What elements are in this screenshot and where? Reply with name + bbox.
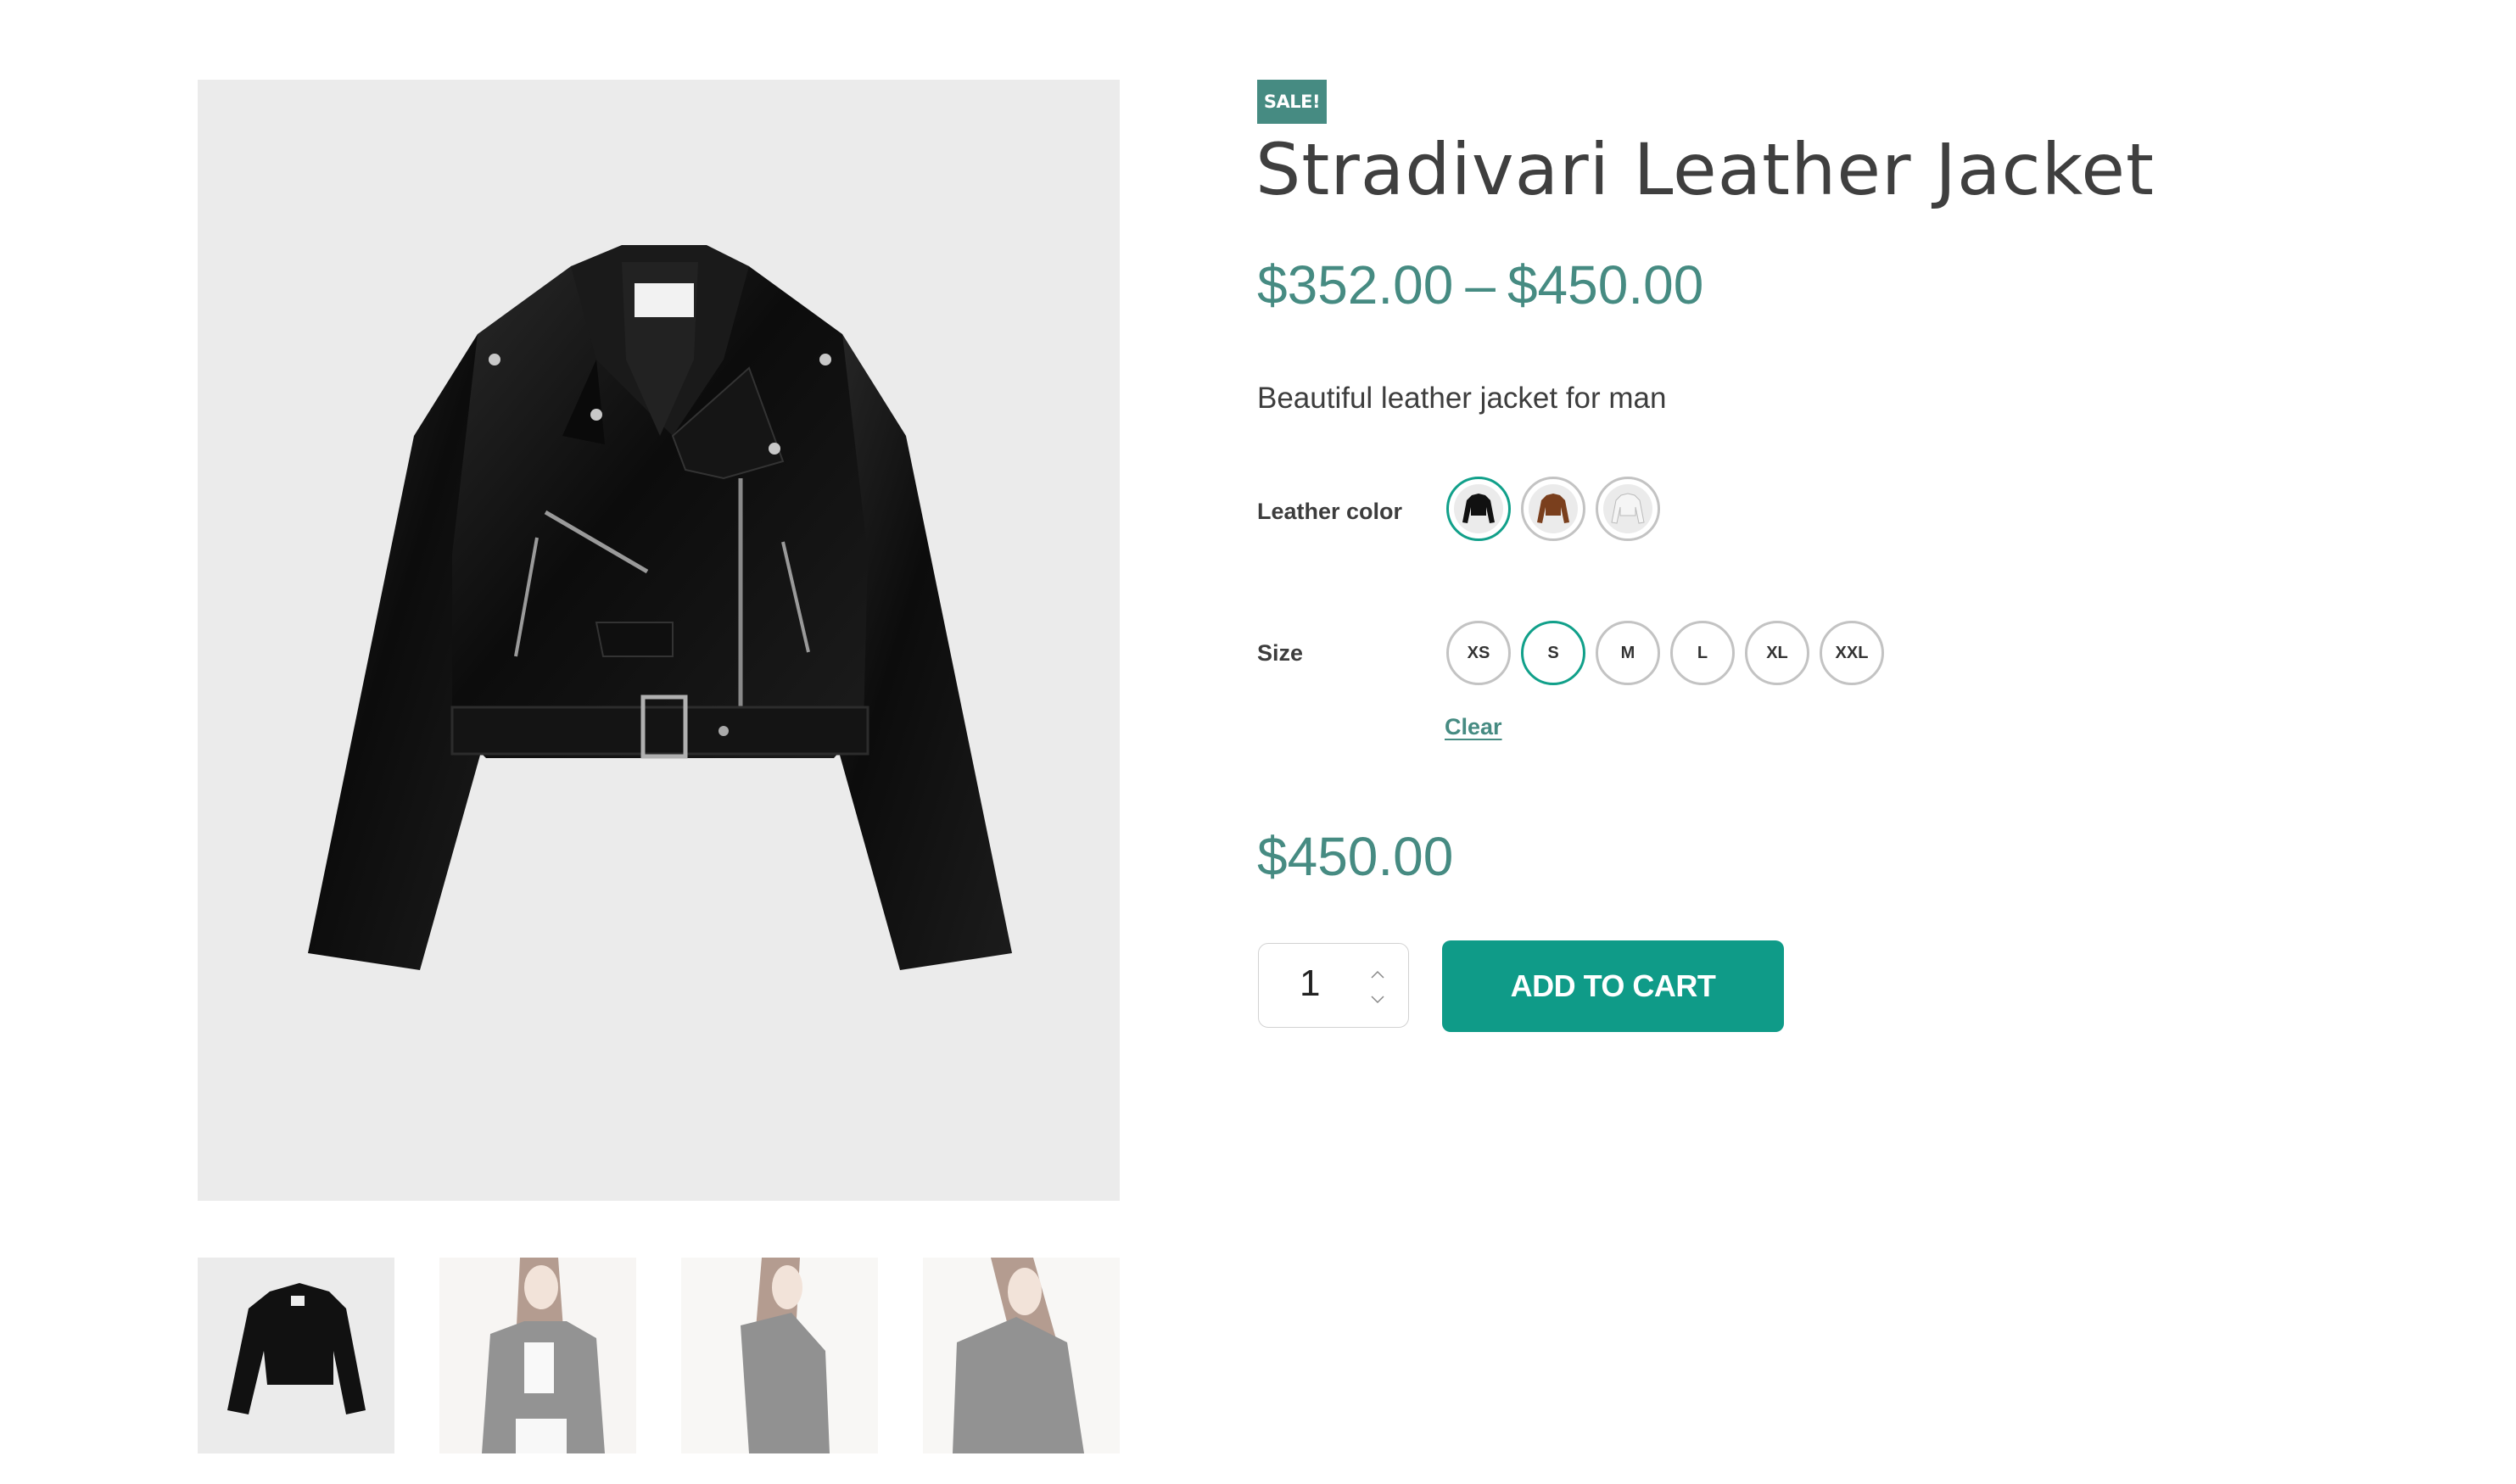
main-product-image[interactable] bbox=[198, 80, 1120, 1201]
price-min: $352.00 bbox=[1257, 254, 1454, 315]
thumbnail-1[interactable] bbox=[198, 1258, 394, 1453]
jacket-photo bbox=[308, 245, 1012, 970]
selected-variation-price: $450.00 bbox=[1257, 826, 1454, 887]
white-jacket-swatch-icon bbox=[1611, 493, 1645, 524]
model-thumbnail-image bbox=[681, 1258, 878, 1453]
quantity-input[interactable]: 1 bbox=[1300, 962, 1320, 1005]
size-option-xxl[interactable]: XXL bbox=[1820, 621, 1884, 685]
thumbnail-4[interactable] bbox=[923, 1258, 1120, 1453]
size-option-xs[interactable]: XS bbox=[1446, 621, 1511, 685]
color-swatch-white[interactable] bbox=[1596, 477, 1660, 541]
product-short-description: Beautiful leather jacket for man bbox=[1257, 382, 1667, 415]
brown-jacket-swatch-icon bbox=[1537, 494, 1569, 523]
jacket-thumbnail-image bbox=[198, 1258, 394, 1453]
size-option-m[interactable]: M bbox=[1596, 621, 1660, 685]
product-title: Stradivari Leather Jacket bbox=[1255, 128, 2155, 211]
add-to-cart-button[interactable]: ADD TO CART bbox=[1442, 940, 1784, 1032]
color-swatch-brown[interactable] bbox=[1521, 477, 1585, 541]
size-option-l[interactable]: L bbox=[1670, 621, 1735, 685]
leather-color-swatches bbox=[1446, 477, 1660, 541]
chevron-up-icon[interactable] bbox=[1370, 969, 1385, 979]
size-label: Size bbox=[1257, 640, 1304, 666]
price-separator: – bbox=[1465, 254, 1496, 315]
black-jacket-swatch-icon bbox=[1462, 494, 1495, 523]
chevron-down-icon[interactable] bbox=[1370, 995, 1385, 1005]
price-range: $352.00– $450.00 bbox=[1257, 251, 1703, 319]
clear-selection-link[interactable]: Clear bbox=[1445, 714, 1502, 740]
sale-badge: SALE! bbox=[1257, 80, 1327, 124]
model-thumbnail-image bbox=[439, 1258, 636, 1453]
quantity-stepper[interactable]: 1 bbox=[1258, 943, 1409, 1028]
color-swatch-black[interactable] bbox=[1446, 477, 1511, 541]
model-thumbnail-image bbox=[923, 1258, 1120, 1453]
size-option-xl[interactable]: XL bbox=[1745, 621, 1809, 685]
size-option-s[interactable]: S bbox=[1521, 621, 1585, 685]
thumbnail-3[interactable] bbox=[681, 1258, 878, 1453]
price-max: $450.00 bbox=[1507, 254, 1704, 315]
size-options: XS S M L XL XXL bbox=[1446, 621, 1884, 685]
leather-color-label: Leather color bbox=[1257, 499, 1403, 524]
thumbnail-2[interactable] bbox=[439, 1258, 636, 1453]
